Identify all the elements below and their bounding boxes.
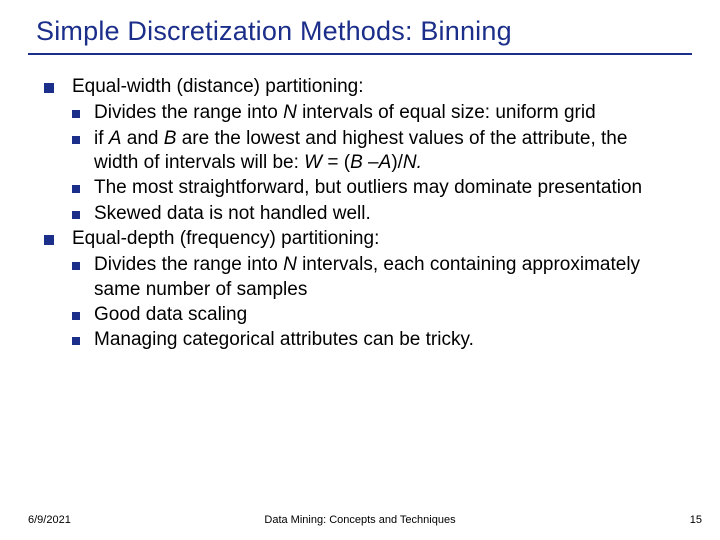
square-bullet-icon <box>44 83 54 93</box>
bullet-text: Equal-width (distance) partitioning: <box>72 75 364 99</box>
sub-bullet: Divides the range into N intervals, each… <box>72 253 676 302</box>
square-bullet-icon <box>72 110 80 118</box>
bullet-text: Equal-depth (frequency) partitioning: <box>72 227 379 251</box>
sub-bullet: if A and B are the lowest and highest va… <box>72 127 676 176</box>
bullet-equal-depth: Equal-depth (frequency) partitioning: <box>44 227 676 251</box>
sub-bullet: Divides the range into N intervals of eq… <box>72 101 676 125</box>
square-bullet-icon <box>72 337 80 345</box>
slide-body: Equal-width (distance) partitioning: Div… <box>0 55 720 352</box>
sub-bullet: Managing categorical attributes can be t… <box>72 328 676 352</box>
sub-text: Divides the range into N intervals of eq… <box>94 101 596 125</box>
sub-bullet: Good data scaling <box>72 303 676 327</box>
square-bullet-icon <box>72 262 80 270</box>
slide-title: Simple Discretization Methods: Binning <box>0 0 720 53</box>
square-bullet-icon <box>72 312 80 320</box>
square-bullet-icon <box>72 136 80 144</box>
sub-text: Skewed data is not handled well. <box>94 202 371 226</box>
square-bullet-icon <box>44 235 54 245</box>
sub-text: if A and B are the lowest and highest va… <box>94 127 676 176</box>
slide: Simple Discretization Methods: Binning E… <box>0 0 720 540</box>
slide-number: 15 <box>690 514 702 526</box>
sub-text: Good data scaling <box>94 303 247 327</box>
bullet-equal-width: Equal-width (distance) partitioning: <box>44 75 676 99</box>
square-bullet-icon <box>72 185 80 193</box>
sub-bullet: Skewed data is not handled well. <box>72 202 676 226</box>
sub-text: Managing categorical attributes can be t… <box>94 328 474 352</box>
square-bullet-icon <box>72 211 80 219</box>
sub-text: Divides the range into N intervals, each… <box>94 253 676 302</box>
sub-text: The most straightforward, but outliers m… <box>94 176 642 200</box>
footer-title: Data Mining: Concepts and Techniques <box>0 514 720 526</box>
sub-bullet: The most straightforward, but outliers m… <box>72 176 676 200</box>
